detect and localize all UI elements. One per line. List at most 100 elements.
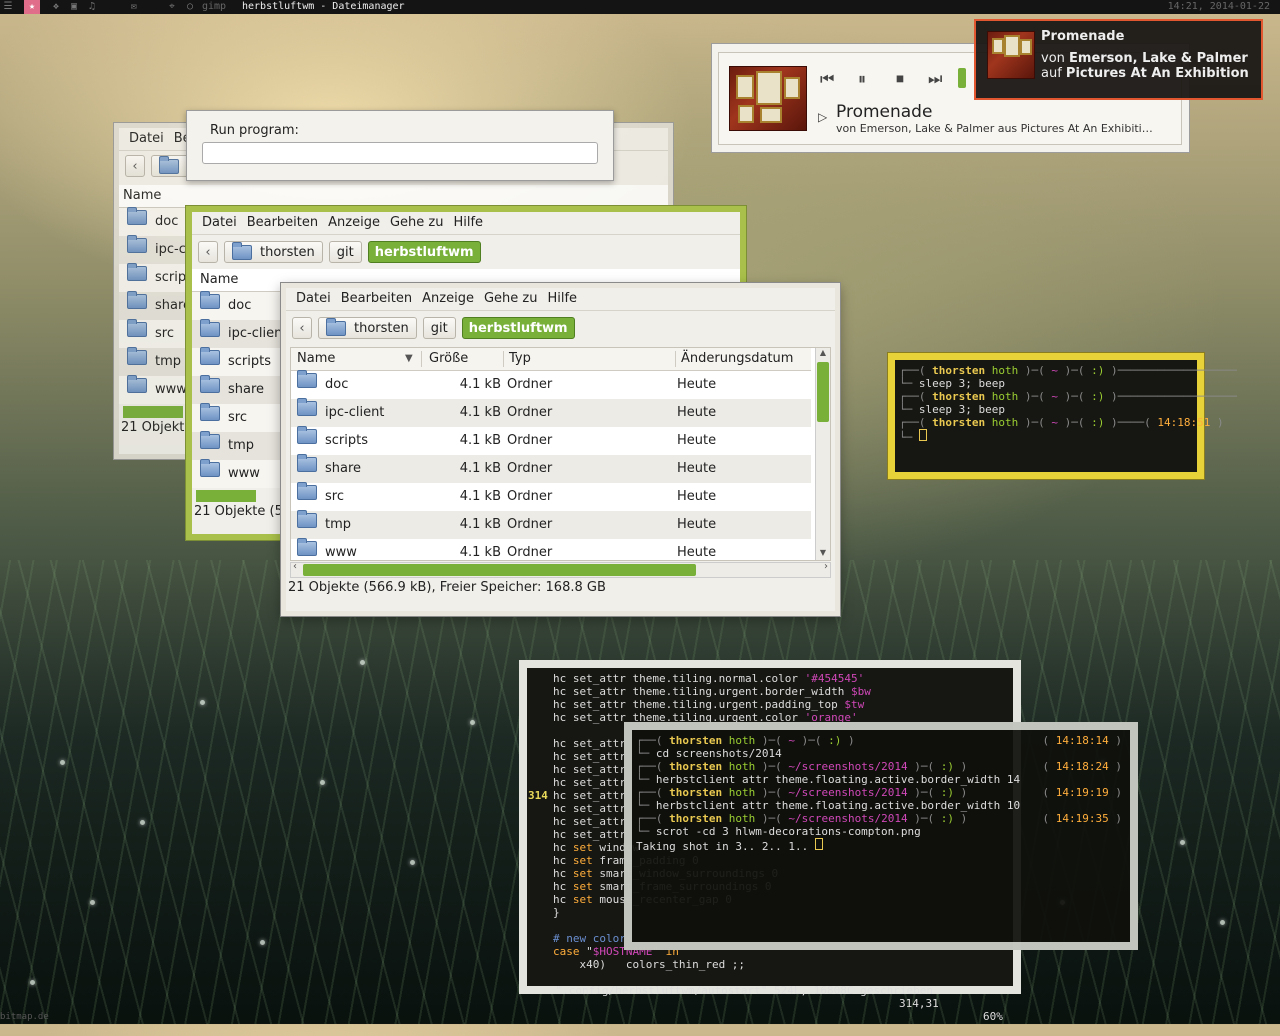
date-cell: Heute <box>677 405 717 420</box>
crumb-herbstluftwm[interactable]: herbstluftwm <box>461 317 575 339</box>
menu-anzeige[interactable]: Anzeige <box>422 291 474 306</box>
scroll-left-icon[interactable]: ‹ <box>293 561 297 572</box>
terminal-line: ┌──( thorsten hoth )─( ~/screenshots/201… <box>636 812 1122 825</box>
crumb-herbstluftwm[interactable]: herbstluftwm <box>367 241 481 263</box>
volume-slider[interactable] <box>958 68 966 88</box>
notification-album-line: auf Pictures At An Exhibition <box>1041 66 1249 81</box>
column-date-header[interactable]: Änderungsdatum <box>681 348 793 370</box>
track-subtitle: von Emerson, Lake & Palmer aus Pictures … <box>836 122 1153 135</box>
tag-1[interactable]: ☰ <box>0 0 16 14</box>
prev-icon[interactable]: ⏮ <box>820 69 834 89</box>
folder-icon <box>127 375 147 393</box>
vertical-scrollbar[interactable]: ▲ ▼ <box>815 348 830 560</box>
hscroll-thumb[interactable] <box>303 564 696 576</box>
table-row[interactable]: src 4.1 kB Ordner Heute <box>291 482 811 511</box>
menu-hilfe[interactable]: Hilfe <box>453 215 483 230</box>
cursor <box>814 838 823 850</box>
sort-chevron-down-icon[interactable]: ▼ <box>405 348 413 370</box>
top-panel: ☰ ★ ❖ ▣ ♫ ✉ ⌖ ○ gimp herbstluftwm - Date… <box>0 0 1280 14</box>
terminal-floating[interactable]: ┌──( thorsten hoth )─( ~ )─( :) )( 14:18… <box>624 722 1138 950</box>
menu-bearbeiten[interactable]: Bearbeiten <box>247 215 318 230</box>
album-cover <box>729 66 807 131</box>
name-cell: tmp <box>297 510 351 539</box>
wallpaper-signature: bitmap.de <box>0 1012 49 1022</box>
folder-icon <box>200 431 220 449</box>
table-row[interactable]: ipc-client 4.1 kB Ordner Heute <box>291 398 811 427</box>
crumb-git[interactable]: git <box>328 241 362 263</box>
terminal-line: ┌──( thorsten hoth )─( ~ )─( :) )───────… <box>899 364 1237 377</box>
folder-icon <box>127 319 147 337</box>
tag-7[interactable]: ⌖ <box>164 0 180 14</box>
tag-8[interactable]: ○ <box>182 0 198 14</box>
date-cell: Heute <box>677 433 717 448</box>
file-name: doc <box>228 298 252 313</box>
tag-2-active[interactable]: ★ <box>24 0 40 14</box>
horizontal-scrollbar[interactable]: ‹ › <box>290 561 831 578</box>
size-cell: 4.1 kB <box>459 433 501 448</box>
tag-3[interactable]: ❖ <box>48 0 64 14</box>
file-rows: doc 4.1 kB Ordner Heute ipc-client 4.1 kB Ordn… <box>291 370 811 560</box>
folder-icon <box>127 347 147 365</box>
menu-datei[interactable]: Datei <box>296 291 331 306</box>
column-name-header[interactable]: Name <box>297 348 335 370</box>
window-title: herbstluftwm - Dateimanager <box>242 1 405 12</box>
table-row[interactable]: tmp 4.1 kB Ordner Heute <box>291 510 811 539</box>
menu-gehe-zu[interactable]: Gehe zu <box>390 215 444 230</box>
table-row[interactable]: doc 4.1 kB Ordner Heute <box>291 370 811 399</box>
table-row[interactable]: www 4.1 kB Ordner Heute <box>291 538 811 560</box>
back-button[interactable]: ‹ <box>125 155 145 177</box>
table-row[interactable]: scripts 4.1 kB Ordner Heute <box>291 426 811 455</box>
column-type-header[interactable]: Typ <box>509 348 531 370</box>
run-program-dialog[interactable]: Run program: <box>186 110 614 181</box>
back-button[interactable]: ‹ <box>292 317 312 339</box>
next-icon[interactable]: ⏭ <box>928 69 942 89</box>
file-name: ipc-client <box>228 326 288 341</box>
menu-datei[interactable]: Datei <box>202 215 237 230</box>
scroll-down-icon[interactable]: ▼ <box>816 548 830 560</box>
pause-icon[interactable]: ⏸ <box>858 69 866 89</box>
file-name: doc <box>155 214 179 229</box>
back-button[interactable]: ‹ <box>198 241 218 263</box>
folder-icon <box>297 426 317 444</box>
run-input[interactable] <box>202 142 598 164</box>
notification-popup[interactable]: Promenade von Emerson, Lake & Palmer auf… <box>974 19 1263 100</box>
tag-5[interactable]: ♫ <box>84 0 100 14</box>
type-cell: Ordner <box>507 517 553 532</box>
scroll-right-icon[interactable]: › <box>824 561 828 572</box>
folder-icon <box>127 263 147 281</box>
column-name-header[interactable]: Name <box>119 185 668 208</box>
folder-icon <box>200 459 220 477</box>
menu-bearbeiten[interactable]: Bearbeiten <box>341 291 412 306</box>
scroll-up-icon[interactable]: ▲ <box>816 348 830 360</box>
file-name: www <box>155 382 187 397</box>
file-manager-window-front[interactable]: Datei Bearbeiten Anzeige Gehe zu Hilfe ‹ tho… <box>281 283 840 616</box>
crumb-thorsten[interactable]: thorsten <box>224 241 323 263</box>
terminal-output: Taking shot in 3.. 2.. 1.. <box>636 838 1126 853</box>
column-size-header[interactable]: Größe <box>429 348 468 370</box>
crumb-thorsten[interactable]: thorsten <box>318 317 417 339</box>
file-name: scrip <box>155 270 187 285</box>
menu-hilfe[interactable]: Hilfe <box>547 291 577 306</box>
expand-triangle-icon[interactable]: ▷ <box>818 110 827 124</box>
menu-datei[interactable]: Datei <box>129 131 164 146</box>
name-cell: scripts <box>297 426 368 455</box>
size-cell: 4.1 kB <box>459 489 501 504</box>
terminal-small[interactable]: ┌──( thorsten hoth )─( ~ )─( :) )───────… <box>888 353 1237 479</box>
file-name: www <box>228 466 260 481</box>
menu-anzeige[interactable]: Anzeige <box>328 215 380 230</box>
folder-icon <box>297 454 317 472</box>
tag-6[interactable]: ✉ <box>126 0 142 14</box>
folder-icon <box>127 291 147 309</box>
hscrollbar[interactable] <box>123 406 183 418</box>
crumb-git[interactable]: git <box>422 317 456 339</box>
type-cell: Ordner <box>507 405 553 420</box>
scroll-thumb[interactable] <box>817 362 829 422</box>
stop-icon[interactable]: ⏹ <box>896 69 904 89</box>
vim-line: x40) colors_thin_red ;; <box>553 958 746 971</box>
hscrollbar[interactable] <box>196 490 256 502</box>
menu-gehe-zu[interactable]: Gehe zu <box>484 291 538 306</box>
table-row[interactable]: share 4.1 kB Ordner Heute <box>291 454 811 483</box>
file-list-view[interactable]: Name ▼ Größe Typ Änderungsdatum doc 4.1 k… <box>290 347 831 561</box>
tag-4[interactable]: ▣ <box>66 0 82 14</box>
type-cell: Ordner <box>507 377 553 392</box>
